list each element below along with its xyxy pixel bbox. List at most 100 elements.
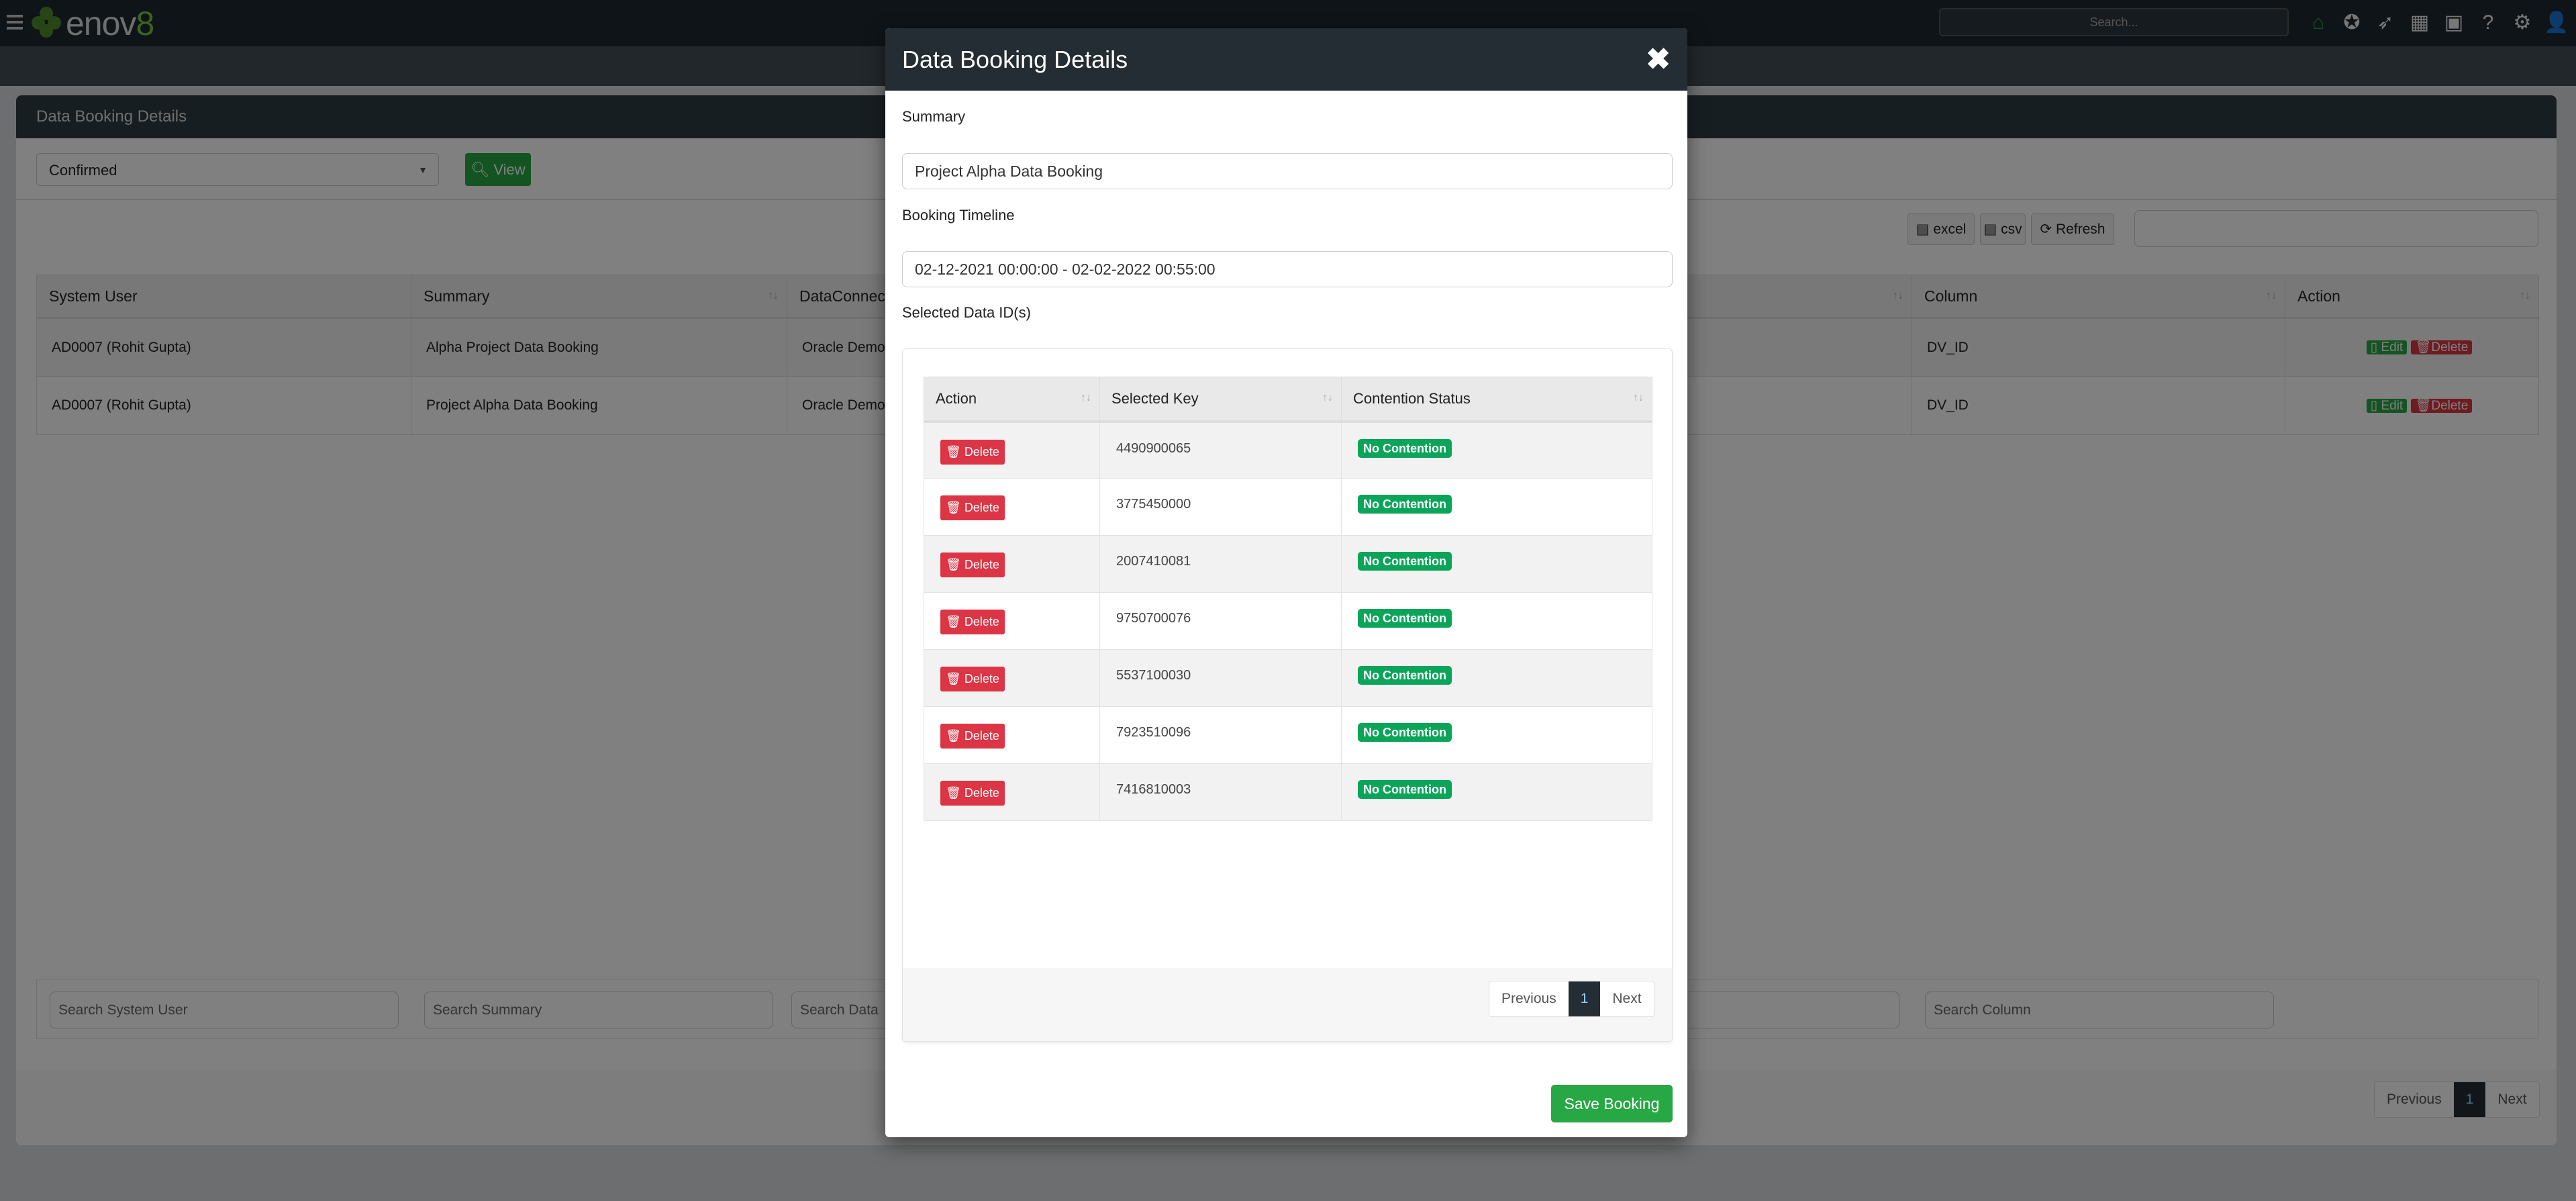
contention-status-cell: No Contention bbox=[1341, 763, 1652, 821]
contention-status-badge: No Contention bbox=[1358, 495, 1452, 514]
action-cell: 🗑︎ Delete bbox=[924, 763, 1100, 821]
hamburger-menu-icon[interactable] bbox=[7, 15, 23, 30]
column-search-input[interactable] bbox=[1925, 992, 2274, 1028]
delete-label: Delete bbox=[964, 444, 999, 459]
column-header-label: Column bbox=[1924, 287, 1978, 305]
delete-key-button[interactable]: 🗑︎ Delete bbox=[940, 610, 1005, 634]
modal-pagination-next[interactable]: Next bbox=[1600, 981, 1653, 1016]
modal-title: Data Booking Details bbox=[902, 46, 1128, 73]
selected-key: 7416810003 bbox=[1116, 782, 1191, 797]
excel-label: excel bbox=[1933, 222, 1967, 237]
delete-key-button[interactable]: 🗑︎ Delete bbox=[940, 495, 1005, 520]
contention-status-cell: No Contention bbox=[1341, 478, 1652, 536]
export-excel-button[interactable]: ▤ excel bbox=[1908, 213, 1975, 245]
modal-pagination-previous[interactable]: Previous bbox=[1489, 981, 1569, 1016]
modal-header: Data Booking Details bbox=[885, 28, 1687, 91]
view-label: View bbox=[493, 161, 526, 178]
contention-status-badge: No Contention bbox=[1358, 780, 1452, 799]
star-icon[interactable]: ✪ bbox=[2340, 11, 2364, 35]
sort-icon[interactable]: ↑↓ bbox=[2266, 290, 2277, 302]
selected-keys-table: Action ↑↓ Selected Key ↑↓ Contention Status ↑… bbox=[924, 377, 1652, 821]
edit-button[interactable]: ▯ Edit bbox=[2366, 398, 2408, 413]
delete-label: Delete bbox=[964, 501, 999, 514]
sort-icon[interactable]: ↑↓ bbox=[1081, 392, 1091, 404]
selected-key-row: 🗑︎ Delete 9750700076 No Contention bbox=[924, 592, 1652, 650]
contention-status-badge: No Contention bbox=[1358, 666, 1452, 685]
selected-data-card: Action ↑↓ Selected Key ↑↓ Contention Status ↑… bbox=[902, 348, 1673, 1042]
status-select[interactable]: Confirmed ▼ bbox=[36, 153, 439, 186]
column-header-label: Action bbox=[2297, 287, 2340, 305]
delete-label: Delete bbox=[964, 729, 999, 742]
close-icon[interactable]: ✖ bbox=[1646, 28, 1671, 91]
action-cell: 🗑︎ Delete bbox=[924, 535, 1100, 593]
contention-status-badge: No Contention bbox=[1358, 552, 1452, 571]
summary-input[interactable]: Project Alpha Data Booking bbox=[902, 153, 1673, 189]
action-cell: 🗑︎ Delete bbox=[924, 592, 1100, 650]
delete-key-button[interactable]: 🗑︎ Delete bbox=[940, 553, 1005, 577]
pagination-previous[interactable]: Previous bbox=[2375, 1082, 2454, 1117]
selected-key: 2007410081 bbox=[1116, 554, 1191, 569]
global-search-input[interactable] bbox=[1939, 8, 2289, 36]
action-cell: 🗑︎ Delete bbox=[924, 649, 1100, 707]
action-cell: ▯ Edit 🗑︎Delete bbox=[2285, 318, 2539, 377]
home-icon[interactable]: ⌂ bbox=[2306, 11, 2330, 35]
pagination-page-1[interactable]: 1 bbox=[2453, 1082, 2486, 1117]
delete-button[interactable]: 🗑︎Delete bbox=[2411, 398, 2473, 413]
save-booking-button[interactable]: Save Booking bbox=[1551, 1085, 1673, 1122]
modal-column-header[interactable]: Action ↑↓ bbox=[924, 377, 1100, 423]
selected-key: 5537100030 bbox=[1116, 668, 1191, 683]
sort-icon[interactable]: ↑↓ bbox=[768, 290, 779, 302]
brand-logo[interactable]: enov8 bbox=[66, 4, 154, 43]
column-search-input[interactable] bbox=[424, 992, 773, 1028]
column-header[interactable]: Action ↑↓ bbox=[2285, 275, 2539, 319]
export-csv-button[interactable]: ▤ csv bbox=[1980, 213, 2026, 245]
action-cell: 🗑︎ Delete bbox=[924, 706, 1100, 764]
delete-key-button[interactable]: 🗑︎ Delete bbox=[940, 439, 1005, 465]
column-header[interactable]: System User bbox=[36, 275, 411, 319]
table-search-input[interactable] bbox=[2134, 210, 2538, 247]
delete-label: Delete bbox=[964, 615, 999, 628]
help-icon[interactable]: ? bbox=[2476, 11, 2500, 35]
column-header[interactable]: Column ↑↓ bbox=[1912, 275, 2285, 319]
chevron-down-icon: ▼ bbox=[418, 164, 428, 175]
booking-timeline-input[interactable]: 02-12-2021 00:00:00 - 02-02-2022 00:55:0… bbox=[902, 251, 1673, 287]
selected-key-row: 🗑︎ Delete 7923510096 No Contention bbox=[924, 706, 1652, 764]
delete-label: Delete bbox=[964, 786, 999, 800]
action-cell: 🗑︎ Delete bbox=[924, 478, 1100, 536]
contention-status-badge: No Contention bbox=[1358, 438, 1452, 458]
table-cell: AD0007 (Rohit Gupta) bbox=[36, 318, 411, 377]
contention-status-cell: No Contention bbox=[1341, 592, 1652, 650]
delete-key-button[interactable]: 🗑︎ Delete bbox=[940, 781, 1005, 806]
contention-status-cell: No Contention bbox=[1341, 649, 1652, 707]
sort-icon[interactable]: ↑↓ bbox=[1322, 392, 1333, 404]
pagination-next[interactable]: Next bbox=[2485, 1082, 2538, 1117]
column-header[interactable]: Summary ↑↓ bbox=[411, 275, 787, 319]
modal-pagination-page-1[interactable]: 1 bbox=[1568, 981, 1601, 1016]
selected-key-cell: 4490900065 bbox=[1099, 421, 1342, 479]
selected-key-row: 🗑︎ Delete 3775450000 No Contention bbox=[924, 478, 1652, 536]
sort-icon[interactable]: ↑↓ bbox=[1633, 392, 1644, 404]
refresh-button[interactable]: ⟳ Refresh bbox=[2031, 213, 2114, 245]
sort-icon[interactable]: ↑↓ bbox=[2520, 290, 2530, 302]
modal-column-header[interactable]: Selected Key ↑↓ bbox=[1099, 377, 1342, 423]
selected-key: 9750700076 bbox=[1116, 611, 1191, 626]
reports-icon[interactable]: ▣ bbox=[2442, 11, 2466, 35]
selected-key-row: 🗑︎ Delete 2007410081 No Contention bbox=[924, 535, 1652, 593]
gear-icon[interactable]: ⚙ bbox=[2510, 11, 2534, 35]
view-button[interactable]: 🔍︎ View bbox=[465, 153, 531, 186]
selected-key: 7923510096 bbox=[1116, 725, 1191, 740]
delete-key-button[interactable]: 🗑︎ Delete bbox=[940, 667, 1005, 691]
sort-icon[interactable]: ↑↓ bbox=[1893, 290, 1903, 302]
user-icon[interactable]: 👤 bbox=[2544, 11, 2569, 35]
delete-key-button[interactable]: 🗑︎ Delete bbox=[940, 724, 1005, 749]
column-search-input[interactable] bbox=[50, 992, 399, 1028]
calendar-icon[interactable]: ▦ bbox=[2408, 11, 2432, 35]
contention-status-cell: No Contention bbox=[1341, 421, 1652, 479]
edit-button[interactable]: ▯ Edit bbox=[2366, 340, 2408, 354]
modal-column-header[interactable]: Contention Status ↑↓ bbox=[1341, 377, 1652, 423]
selected-data-footer: Previous 1 Next bbox=[903, 968, 1672, 1041]
rocket-icon[interactable]: ➶ bbox=[2373, 11, 2397, 35]
table-cell: Alpha Project Data Booking bbox=[411, 318, 787, 377]
delete-button[interactable]: 🗑︎Delete bbox=[2411, 340, 2473, 354]
selected-key: 3775450000 bbox=[1116, 497, 1191, 512]
